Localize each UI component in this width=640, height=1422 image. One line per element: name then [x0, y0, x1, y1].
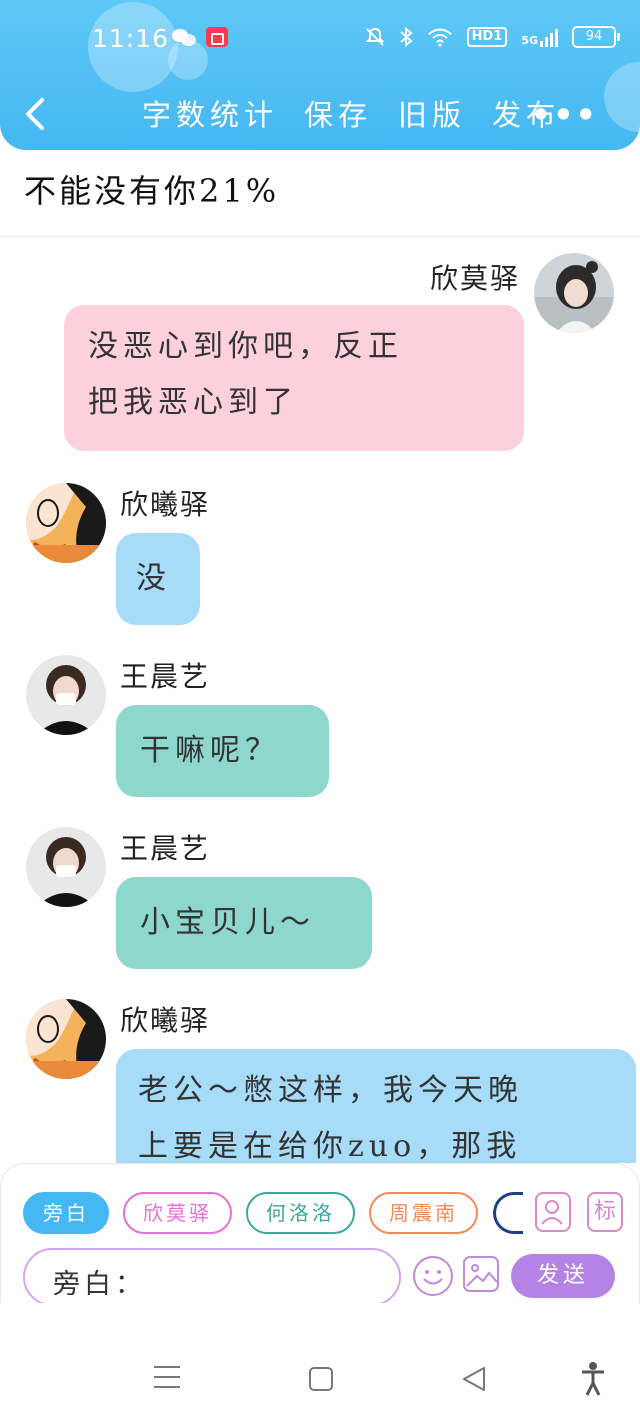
network-type-label: 5G: [521, 34, 538, 47]
cartoon-avatar-icon: [26, 483, 106, 563]
girl-portrait-icon: [534, 253, 614, 333]
avatar[interactable]: [26, 655, 106, 735]
boy-portrait-icon: [26, 827, 106, 907]
person-card-icon: [541, 1200, 563, 1225]
speaker-name: 欣莫驿: [429, 262, 520, 295]
chat-message: 欣曦驿 没: [0, 479, 640, 629]
recent-apps-button[interactable]: [154, 1366, 180, 1388]
home-button[interactable]: [309, 1367, 333, 1391]
speaker-name: 王晨艺: [120, 832, 211, 865]
message-bubble[interactable]: 没恶心到你吧，反正 把我恶心到了: [64, 305, 524, 451]
message-text-line: 把我恶心到了: [88, 385, 298, 420]
hd-badge: HD1: [466, 27, 508, 47]
tag-button[interactable]: 标: [587, 1192, 623, 1232]
boy-portrait-icon: [26, 655, 106, 735]
emoji-button[interactable]: [413, 1256, 453, 1296]
system-navigation-bar: [0, 1303, 640, 1422]
chat-message: 欣曦驿 老公～憋这样，我今天晚 上要是在给你zuo，那我: [0, 995, 640, 1163]
avatar[interactable]: [534, 253, 614, 333]
message-composer: 旁白 欣莫驿 何洛洛 周震南 标 旁白： 发送: [0, 1163, 640, 1306]
avatar[interactable]: [26, 483, 106, 563]
system-back-button[interactable]: [460, 1365, 488, 1393]
message-input-box[interactable]: 旁白：: [23, 1248, 401, 1306]
message-text-line: 上要是在给你zuo，那我: [138, 1129, 522, 1163]
screen-record-icon: [206, 27, 228, 47]
role-chip[interactable]: 周震南: [369, 1192, 478, 1234]
message-bubble[interactable]: 老公～憋这样，我今天晚 上要是在给你zuo，那我: [116, 1049, 636, 1163]
status-system-icons: HD1 5G 94: [365, 26, 620, 48]
triangle-back-icon: [463, 1367, 485, 1391]
role-chip[interactable]: 何洛洛: [246, 1192, 355, 1234]
smiley-icon: [423, 1270, 443, 1285]
old-version-button[interactable]: 旧版: [398, 92, 466, 134]
message-input[interactable]: [133, 1258, 383, 1298]
chat-message: 王晨艺 干嘛呢？: [0, 651, 640, 801]
network-type: 5G: [521, 27, 558, 47]
accessibility-button[interactable]: [580, 1361, 606, 1397]
cartoon-avatar-icon: [26, 999, 106, 1079]
decorative-bubble: [604, 62, 640, 132]
bluetooth-icon: [399, 27, 413, 47]
speaker-name: 欣曦驿: [120, 1004, 211, 1037]
more-menu-button[interactable]: •••: [531, 96, 598, 134]
chevron-left-icon: [26, 98, 44, 130]
chat-message: 王晨艺 小宝贝儿～: [0, 823, 640, 973]
header-actions: 字数统计 保存 旧版 发布: [142, 92, 560, 134]
speaker-name: 王晨艺: [120, 660, 211, 693]
speaker-name: 欣曦驿: [120, 488, 211, 521]
role-chip-narrator[interactable]: 旁白: [23, 1192, 109, 1234]
character-manage-button[interactable]: [535, 1192, 571, 1232]
word-count-button[interactable]: 字数统计: [142, 92, 278, 134]
status-time: 11:16: [92, 24, 170, 53]
role-selector: 旁白 欣莫驿 何洛洛 周震南: [23, 1192, 478, 1234]
message-text-line: 老公～憋这样，我今天晚: [138, 1073, 523, 1108]
message-bubble[interactable]: 干嘛呢？: [116, 705, 329, 797]
app-header: 11:16 HD1 5G 94 字数统计 保存 旧版 发布 •••: [0, 0, 640, 150]
status-notification-icons: [172, 27, 228, 47]
message-bubble[interactable]: 小宝贝儿～: [116, 877, 372, 969]
wifi-icon: [427, 28, 452, 47]
signal-icon: [540, 27, 558, 47]
back-button[interactable]: [22, 96, 52, 132]
chat-message: 欣莫驿 没恶心到你吧，反正 把我恶心到了: [0, 237, 640, 457]
story-title[interactable]: 不能没有你21%: [24, 166, 279, 212]
accessibility-icon: [582, 1362, 604, 1396]
image-button[interactable]: [463, 1256, 499, 1292]
send-button[interactable]: 发送: [511, 1254, 615, 1298]
image-icon: [466, 1264, 497, 1287]
chat-list[interactable]: 欣莫驿 没恶心到你吧，反正 把我恶心到了 欣曦驿 没 王晨艺 干嘛呢？ 王晨艺 …: [0, 237, 640, 1163]
message-bubble[interactable]: 没: [116, 533, 200, 625]
avatar[interactable]: [26, 827, 106, 907]
message-text-line: 没恶心到你吧，反正: [88, 329, 403, 364]
avatar[interactable]: [26, 999, 106, 1079]
wechat-icon: [172, 27, 196, 47]
battery-icon: 94: [572, 26, 620, 48]
save-button[interactable]: 保存: [304, 92, 372, 134]
mute-bell-icon: [365, 27, 385, 46]
role-chip-partial[interactable]: [493, 1192, 523, 1234]
role-chip[interactable]: 欣莫驿: [123, 1192, 232, 1234]
